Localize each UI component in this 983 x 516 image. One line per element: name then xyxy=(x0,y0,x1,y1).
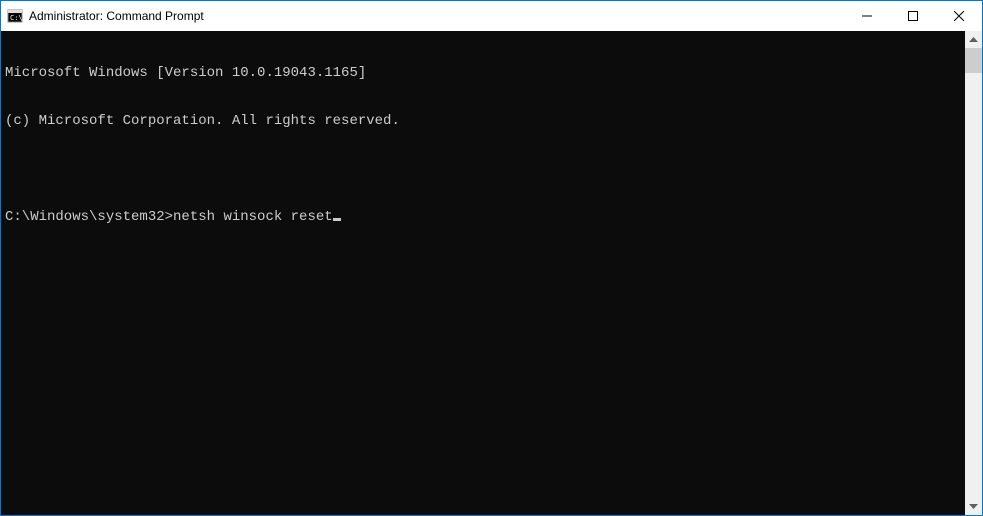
close-button[interactable] xyxy=(936,1,982,31)
text-cursor xyxy=(333,218,341,221)
copyright-line: (c) Microsoft Corporation. All rights re… xyxy=(5,113,965,129)
svg-text:C:\: C:\ xyxy=(10,14,23,22)
cmd-icon: C:\ xyxy=(7,8,23,24)
scroll-down-button[interactable] xyxy=(965,498,982,515)
prompt-line: C:\Windows\system32>netsh winsock reset xyxy=(5,209,965,225)
maximize-button[interactable] xyxy=(890,1,936,31)
command-input[interactable]: netsh winsock reset xyxy=(173,209,333,225)
scroll-track[interactable] xyxy=(965,48,982,498)
prompt-text: C:\Windows\system32> xyxy=(5,209,173,225)
blank-line xyxy=(5,161,965,177)
version-line: Microsoft Windows [Version 10.0.19043.11… xyxy=(5,65,965,81)
terminal-output[interactable]: Microsoft Windows [Version 10.0.19043.11… xyxy=(1,31,965,515)
scroll-thumb[interactable] xyxy=(965,48,982,73)
minimize-button[interactable] xyxy=(844,1,890,31)
vertical-scrollbar[interactable] xyxy=(965,31,982,515)
command-prompt-window: C:\ Administrator: Command Prompt Micros… xyxy=(0,0,983,516)
titlebar[interactable]: C:\ Administrator: Command Prompt xyxy=(1,1,982,31)
window-title: Administrator: Command Prompt xyxy=(29,9,204,23)
scroll-up-button[interactable] xyxy=(965,31,982,48)
client-area: Microsoft Windows [Version 10.0.19043.11… xyxy=(1,31,982,515)
